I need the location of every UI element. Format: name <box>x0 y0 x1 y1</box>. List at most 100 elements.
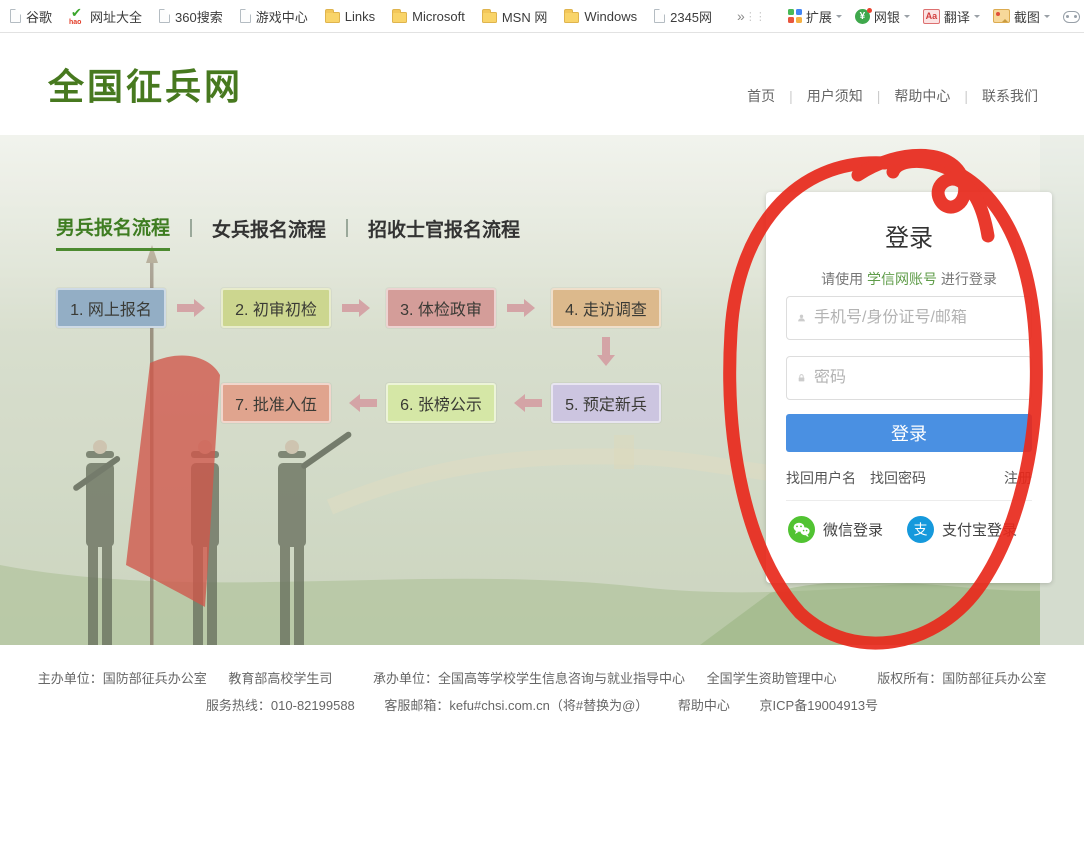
tab-separator <box>190 219 192 237</box>
arrow-right-icon <box>177 299 214 317</box>
password-field-wrap <box>786 356 1032 400</box>
password-input[interactable] <box>814 369 1021 387</box>
wechat-login-label: 微信登录 <box>823 519 883 540</box>
toolbar-drag-handle-icon: ⋮⋮ <box>745 10 765 23</box>
page-icon <box>159 9 170 23</box>
folder-icon <box>392 12 407 23</box>
bookmark-label: 2345网 <box>670 7 712 26</box>
bookmark-folder-windows[interactable]: Windows <box>564 9 637 24</box>
bookmark-label: 网址大全 <box>90 7 142 26</box>
footer-line-organizers: 主办单位：国防部征兵办公室 教育部高校学生司 承办单位：全国高等学校学生信息咨询… <box>0 665 1084 692</box>
nav-contact-us[interactable]: 联系我们 <box>968 86 1052 106</box>
bookmark-2345[interactable]: 2345网 <box>654 7 712 26</box>
tool-label: 网银 <box>874 7 900 26</box>
arrow-right-icon <box>342 299 379 317</box>
alipay-login-label: 支付宝登录 <box>942 519 1017 540</box>
footer-icp-number: 京ICP备19004913号 <box>760 698 879 713</box>
flow-step-4-home-visit-investigation: 4. 走访调查 <box>551 288 661 328</box>
arrow-left-icon <box>505 394 542 412</box>
bookmark-gamecenter[interactable]: 游戏中心 <box>240 7 308 26</box>
page-icon <box>10 9 21 23</box>
tool-label: 截图 <box>1014 7 1040 26</box>
bookmark-label: Microsoft <box>412 9 465 24</box>
gamepad-icon <box>1063 11 1080 23</box>
flow-step-6-public-announcement: 6. 张榜公示 <box>386 383 496 423</box>
footer-service-email: 客服邮箱：kefu#chsi.com.cn（将#替换为@） <box>384 698 648 713</box>
toolbar-screenshot[interactable]: 截图 <box>993 7 1050 26</box>
toolbar-translate[interactable]: Aa翻译 <box>923 7 980 26</box>
bookmark-360search[interactable]: 360搜索 <box>159 7 223 26</box>
tab-female-enlistment[interactable]: 女兵报名流程 <box>212 215 326 250</box>
user-icon <box>797 310 806 326</box>
username-field-wrap <box>786 296 1032 340</box>
bookmark-label: 谷歌 <box>26 7 52 26</box>
toolbar-ebank[interactable]: ¥ 网银 <box>855 7 910 26</box>
subtitle-prefix: 请使用 <box>821 271 863 287</box>
toolbar-games[interactable]: 游戏 <box>1063 7 1084 26</box>
chevron-down-icon <box>836 15 842 21</box>
nav-user-notice[interactable]: 用户须知 <box>793 86 877 106</box>
extensions-icon <box>788 9 802 23</box>
nav-home[interactable]: 首页 <box>733 86 789 106</box>
footer-moe-dept: 教育部高校学生司 <box>228 671 332 686</box>
bookmark-hao123[interactable]: 网址大全 <box>69 7 142 26</box>
tab-separator <box>346 219 348 237</box>
bookmark-label: 360搜索 <box>175 7 223 26</box>
bookmark-label: 游戏中心 <box>256 7 308 26</box>
arrow-right-icon <box>507 299 544 317</box>
chevron-down-icon <box>974 15 980 21</box>
bookmark-folder-links[interactable]: Links <box>325 9 375 24</box>
alipay-login[interactable]: 支 支付宝登录 <box>907 516 1017 543</box>
bookmark-google[interactable]: 谷歌 <box>10 7 52 26</box>
login-title: 登录 <box>786 192 1032 253</box>
arrow-left-icon <box>340 394 377 412</box>
login-button[interactable]: 登录 <box>786 414 1032 452</box>
svg-text:支: 支 <box>914 523 928 539</box>
folder-icon <box>325 12 340 23</box>
chevron-down-icon <box>904 15 910 21</box>
footer-host-unit: 主办单位：国防部征兵办公室 <box>38 671 207 686</box>
hao123-icon <box>69 8 85 24</box>
footer-hotline: 服务热线：010-82199588 <box>206 698 355 713</box>
page-footer: 主办单位：国防部征兵办公室 教育部高校学生司 承办单位：全国高等学校学生信息咨询… <box>0 645 1084 719</box>
bookmark-folder-msn[interactable]: MSN 网 <box>482 7 548 26</box>
footer-aid-center: 全国学生资助管理中心 <box>707 671 837 686</box>
flow-step-3-physical-political-exam: 3. 体检政审 <box>386 288 496 328</box>
chsi-account-link[interactable]: 学信网账号 <box>867 271 937 287</box>
nav-help-center[interactable]: 帮助中心 <box>880 86 964 106</box>
footer-line-contacts: 服务热线：010-82199588 客服邮箱：kefu#chsi.com.cn（… <box>0 692 1084 719</box>
bookmarks-bar: 谷歌 网址大全 360搜索 游戏中心 Links Microsoft MSN 网… <box>0 0 1084 33</box>
alipay-icon: 支 <box>907 516 934 543</box>
bookmarks-overflow-chevron[interactable]: » <box>737 8 745 24</box>
arrow-down-icon <box>597 337 615 375</box>
flow-step-5-pre-selected-recruit: 5. 预定新兵 <box>551 383 661 423</box>
wechat-login[interactable]: 微信登录 <box>788 516 883 543</box>
translate-icon: Aa <box>923 9 940 24</box>
tab-nco-recruitment[interactable]: 招收士官报名流程 <box>368 215 520 250</box>
tool-label: 扩展 <box>806 7 832 26</box>
subtitle-suffix: 进行登录 <box>941 271 997 287</box>
login-panel: 登录 请使用 学信网账号 进行登录 登录 找回用户名 找回密码 注册 <box>766 192 1052 583</box>
tab-male-enlistment[interactable]: 男兵报名流程 <box>56 213 170 251</box>
hero-section: 男兵报名流程 女兵报名流程 招收士官报名流程 1. 网上报名 2. 初审初检 3… <box>0 135 1084 645</box>
site-logo[interactable]: 全国征兵网 <box>48 58 243 110</box>
toolbar-extensions[interactable]: 扩展 <box>788 7 842 26</box>
register-link[interactable]: 注册 <box>1004 468 1032 488</box>
find-username-link[interactable]: 找回用户名 <box>786 468 856 488</box>
page-icon <box>240 9 251 23</box>
find-password-link[interactable]: 找回密码 <box>870 468 926 488</box>
username-input[interactable] <box>814 309 1021 327</box>
lock-icon <box>797 370 806 386</box>
footer-help-center-link[interactable]: 帮助中心 <box>678 698 730 713</box>
folder-icon <box>482 12 497 23</box>
ebank-shield-icon: ¥ <box>855 9 870 24</box>
footer-copyright: 版权所有：国防部征兵办公室 <box>877 671 1046 686</box>
bookmark-folder-microsoft[interactable]: Microsoft <box>392 9 465 24</box>
bookmark-label: Windows <box>584 9 637 24</box>
folder-icon <box>564 12 579 23</box>
login-divider <box>786 500 1032 501</box>
bookmark-label: MSN 网 <box>502 7 548 26</box>
footer-undertaker-unit: 承办单位：全国高等学校学生信息咨询与就业指导中心 <box>373 671 685 686</box>
top-nav: 首页 | 用户须知 | 帮助中心 | 联系我们 <box>733 86 1052 106</box>
bookmark-label: Links <box>345 9 375 24</box>
